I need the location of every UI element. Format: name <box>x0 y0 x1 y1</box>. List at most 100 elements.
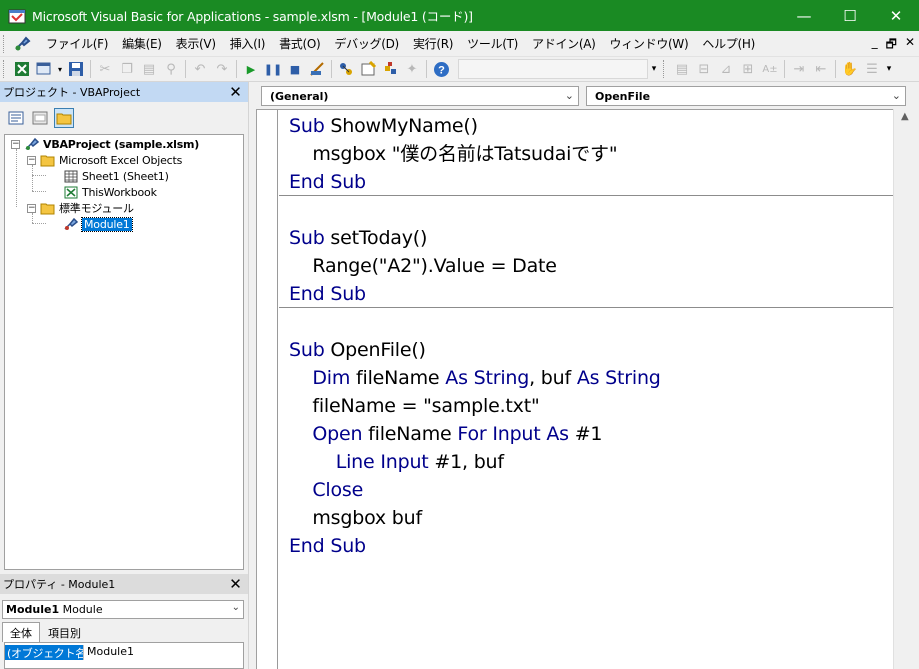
toggle-folders-icon[interactable] <box>54 108 74 128</box>
code-line[interactable]: Dim fileName As String, buf As String <box>289 364 661 392</box>
run-icon[interactable]: ▶ <box>240 58 262 80</box>
properties-window: プロパティ - Module1 ✕ Module1 Module ⌄ 全体 項目… <box>0 574 248 669</box>
toolbar-overflow-icon-2[interactable]: ▾ <box>883 58 895 80</box>
redo-icon[interactable]: ↷ <box>211 58 233 80</box>
tab-categorized[interactable]: 項目別 <box>40 622 89 642</box>
property-name: (オブジェクト名) <box>5 645 90 660</box>
properties-close-button[interactable]: ✕ <box>227 575 244 593</box>
quick-info-icon[interactable]: ⊿ <box>715 58 737 80</box>
property-row[interactable]: (オブジェクト名) Module1 <box>5 645 134 660</box>
menu-format[interactable]: 書式(O) <box>272 35 327 52</box>
list-constants-icon[interactable]: ⊟ <box>693 58 715 80</box>
toolbar-overflow-icon[interactable]: ▾ <box>648 58 660 80</box>
mdi-minimize-button[interactable]: _ <box>872 35 878 56</box>
code-window: (General) ⌄ OpenFile ⌄ Sub ShowMyName() … <box>256 82 919 669</box>
code-line[interactable]: msgbox buf <box>289 504 422 532</box>
parameter-info-icon[interactable]: ⊞ <box>737 58 759 80</box>
code-line[interactable]: Sub setToday() <box>289 224 427 252</box>
panel-splitter[interactable] <box>248 82 256 669</box>
tree-item-modules-folder[interactable]: − 標準モジュール <box>27 200 134 216</box>
code-line[interactable]: Range("A2").Value = Date <box>289 252 557 280</box>
copy-icon[interactable]: ❐ <box>116 58 138 80</box>
code-line[interactable]: Sub ShowMyName() <box>289 112 478 140</box>
code-line[interactable]: Sub OpenFile() <box>289 336 426 364</box>
tree-item-thisworkbook[interactable]: ThisWorkbook <box>63 184 157 200</box>
mdi-close-button[interactable]: ✕ <box>905 35 915 56</box>
tab-alphabetic[interactable]: 全体 <box>2 622 40 642</box>
menu-tools[interactable]: ツール(T) <box>460 35 525 52</box>
code-line[interactable]: fileName = "sample.txt" <box>289 392 539 420</box>
properties-title-bar[interactable]: プロパティ - Module1 ✕ <box>0 574 248 594</box>
menu-grip[interactable] <box>3 34 7 53</box>
save-icon[interactable] <box>65 58 87 80</box>
maximize-button[interactable]: ☐ <box>827 0 873 31</box>
code-line[interactable]: End Sub <box>289 532 366 560</box>
properties-object-select[interactable]: Module1 Module ⌄ <box>2 600 244 619</box>
object-browser-icon[interactable] <box>379 58 401 80</box>
object-combo[interactable]: (General) ⌄ <box>261 86 579 106</box>
property-value[interactable]: Module1 <box>83 645 134 660</box>
project-explorer-icon[interactable] <box>335 58 357 80</box>
code-line[interactable]: Open fileName For Input As #1 <box>289 420 602 448</box>
project-explorer-title-bar[interactable]: プロジェクト - VBAProject ✕ <box>0 82 248 102</box>
properties-window-icon[interactable] <box>357 58 379 80</box>
complete-word-icon[interactable]: A± <box>759 58 781 80</box>
scroll-up-arrow-icon[interactable]: ▲ <box>901 111 909 122</box>
design-mode-icon[interactable] <box>306 58 328 80</box>
reset-icon[interactable]: ■ <box>284 58 306 80</box>
tree-item-sheet1[interactable]: Sheet1 (Sheet1) <box>63 168 169 184</box>
dropdown-arrow-icon[interactable]: ▾ <box>55 58 65 80</box>
cut-icon[interactable]: ✂ <box>94 58 116 80</box>
procedure-combo[interactable]: OpenFile ⌄ <box>586 86 906 106</box>
menu-edit[interactable]: 編集(E) <box>115 35 168 52</box>
help-icon[interactable]: ? <box>430 58 452 80</box>
menu-help[interactable]: ヘルプ(H) <box>695 35 762 52</box>
menu-insert[interactable]: 挿入(I) <box>223 35 272 52</box>
code-line[interactable]: Close <box>289 476 363 504</box>
workbook-icon <box>63 185 79 199</box>
menu-file[interactable]: ファイル(F) <box>39 35 115 52</box>
menu-debug[interactable]: デバッグ(D) <box>327 35 406 52</box>
tree-item-vbaproject[interactable]: − VBAProject (sample.xlsm) <box>11 136 199 152</box>
menu-addins[interactable]: アドイン(A) <box>525 35 602 52</box>
toggle-breakpoint-icon[interactable]: ✋ <box>839 58 861 80</box>
project-explorer-close-button[interactable]: ✕ <box>227 83 244 101</box>
code-vertical-scrollbar[interactable]: ▲ <box>893 109 919 669</box>
undo-icon[interactable]: ↶ <box>189 58 211 80</box>
excel-view-icon[interactable] <box>11 58 33 80</box>
minimize-button[interactable]: — <box>781 0 827 31</box>
vba-app-icon <box>8 9 26 23</box>
code-text: setToday() <box>330 227 428 249</box>
toolbox-icon[interactable]: ✦ <box>401 58 423 80</box>
break-icon[interactable]: ❚❚ <box>262 58 284 80</box>
code-line[interactable]: End Sub <box>289 168 366 196</box>
tree-item-excel-objects[interactable]: − Microsoft Excel Objects <box>27 152 182 168</box>
outdent-icon[interactable]: ⇤ <box>810 58 832 80</box>
collapse-toggle[interactable]: − <box>27 203 36 213</box>
code-line[interactable]: Line Input #1, buf <box>289 448 504 476</box>
edit-toolbar-grip[interactable] <box>663 60 667 78</box>
comment-block-icon[interactable]: ☰ <box>861 58 883 80</box>
properties-object-name: Module1 <box>6 603 60 616</box>
insert-module-icon[interactable] <box>33 58 55 80</box>
menu-view[interactable]: 表示(V) <box>169 35 223 52</box>
collapse-toggle[interactable]: − <box>27 155 36 165</box>
find-icon[interactable]: ⚲ <box>160 58 182 80</box>
paste-icon[interactable]: ▤ <box>138 58 160 80</box>
code-margin-indicator-bar[interactable] <box>257 110 278 669</box>
view-code-icon[interactable] <box>6 108 26 128</box>
view-object-icon[interactable] <box>30 108 50 128</box>
code-editor[interactable]: Sub ShowMyName() msgbox "僕の名前はTatsudaiです… <box>256 109 894 669</box>
tree-item-module1[interactable]: Module1 <box>63 216 133 232</box>
code-line[interactable]: End Sub <box>289 280 366 308</box>
vba-menu-icon[interactable] <box>13 34 33 54</box>
menu-run[interactable]: 実行(R) <box>406 35 460 52</box>
close-button[interactable]: ✕ <box>873 0 919 31</box>
toolbar-grip[interactable] <box>3 60 7 78</box>
mdi-restore-button[interactable]: 🗗 <box>886 35 897 56</box>
list-properties-icon[interactable]: ▤ <box>671 58 693 80</box>
menu-window[interactable]: ウィンドウ(W) <box>603 35 696 52</box>
code-line[interactable]: msgbox "僕の名前はTatsudaiです" <box>289 140 617 168</box>
indent-icon[interactable]: ⇥ <box>788 58 810 80</box>
collapse-toggle[interactable]: − <box>11 139 20 149</box>
